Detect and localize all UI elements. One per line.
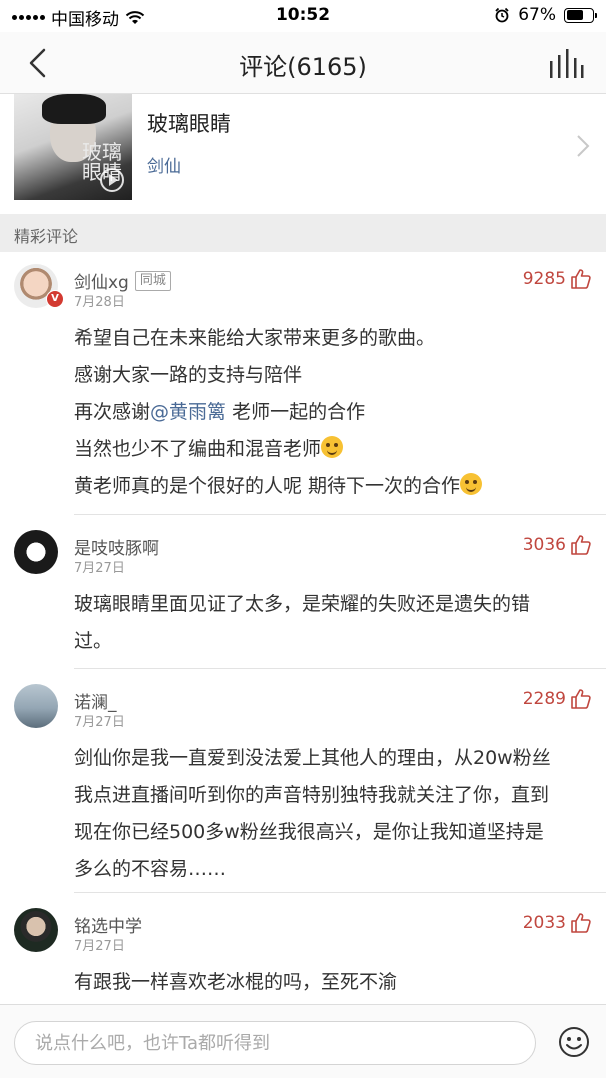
comment-line: 当然也少不了编曲和混音老师 <box>74 431 586 468</box>
mention-link[interactable]: @黄雨篱 <box>150 401 226 423</box>
alarm-icon <box>495 7 509 23</box>
comment-user[interactable]: 铭选中学 <box>74 912 142 937</box>
comment-date: 7月27日 <box>74 561 125 576</box>
chevron-right-icon[interactable] <box>576 134 590 158</box>
avatar[interactable] <box>14 684 58 728</box>
divider <box>74 668 606 669</box>
comment-line: 希望自己在未来能给大家带来更多的歌曲。 <box>74 327 436 349</box>
comment-user[interactable]: 剑仙xg 同城 <box>74 268 171 293</box>
comment-line: 多么的不容易…… <box>74 858 227 880</box>
like-button[interactable]: 2289 <box>523 688 592 710</box>
comment-line: 玻璃眼睛里面见证了太多，是荣耀的失败还是遗失的错 <box>74 593 531 615</box>
like-count: 2033 <box>522 913 566 933</box>
comment-body: 剑仙你是我一直爱到没法爱上其他人的理由，从20w粉丝 我点进直播间听到你的声音特… <box>74 740 600 888</box>
like-button[interactable]: 2033 <box>523 912 592 934</box>
comment-text: 老师一起的合作 <box>226 401 366 423</box>
comment-date: 7月27日 <box>74 939 125 954</box>
comment-line: 过。 <box>74 630 113 652</box>
divider <box>74 514 606 515</box>
comment-text: 当然也少不了编曲和混音老师 <box>74 438 322 460</box>
comment-input-bar <box>0 1004 606 1078</box>
comment-line: 黄老师真的是个很好的人呢 期待下一次的合作 <box>74 468 586 505</box>
smirk-emoji-icon <box>460 473 483 495</box>
username[interactable]: 剑仙xg <box>74 268 129 293</box>
song-title: 玻璃眼睛 <box>147 112 231 136</box>
section-header: 精彩评论 <box>0 214 606 252</box>
comment-line: 有跟我一样喜欢老冰棍的吗，至死不渝 <box>74 971 398 993</box>
battery-percent: 67% <box>518 5 556 25</box>
play-icon[interactable] <box>100 168 124 192</box>
battery-fill <box>566 10 584 20</box>
song-card[interactable]: 玻璃眼睛 玻璃眼睛 剑仙 <box>0 94 606 214</box>
comment-line: 剑仙你是我一直爱到没法爱上其他人的理由，从20w粉丝 <box>74 747 551 769</box>
comment-item: 铭选中学 7月27日 2033 有跟我一样喜欢老冰棍的吗，至死不渝 <box>0 908 606 1004</box>
comment-line: 再次感谢@黄雨篱 老师一起的合作 <box>74 394 586 431</box>
comment-item: 诺澜_ 7月27日 2289 剑仙你是我一直爱到没法爱上其他人的理由，从20w粉… <box>0 684 606 893</box>
comment-item: V 剑仙xg 同城 7月28日 9285 希望自己在未来能给大家带来更多的歌曲。… <box>0 264 606 515</box>
status-right: 67% <box>494 5 597 25</box>
song-artist[interactable]: 剑仙 <box>147 152 181 177</box>
like-count: 9285 <box>522 269 566 289</box>
status-bar: 中国移动 10:52 67% <box>0 0 606 32</box>
username[interactable]: 诺澜_ <box>74 688 117 713</box>
comment-date: 7月28日 <box>74 295 125 310</box>
album-cover[interactable]: 玻璃眼睛 <box>14 94 132 200</box>
comment-input-box[interactable] <box>14 1021 536 1065</box>
username[interactable]: 铭选中学 <box>74 912 142 937</box>
like-count: 3036 <box>522 535 566 555</box>
comment-user[interactable]: 诺澜_ <box>74 688 117 713</box>
thumbs-up-icon[interactable] <box>570 534 592 556</box>
comment-body: 玻璃眼睛里面见证了太多，是荣耀的失败还是遗失的错 过。 <box>74 586 586 660</box>
avatar[interactable] <box>14 530 58 574</box>
comment-line: 我点进直播间听到你的声音特别独特我就关注了你，直到 <box>74 784 550 806</box>
page-title: 评论(6165) <box>239 53 367 81</box>
nav-bar: 评论(6165) <box>0 32 606 94</box>
comment-date: 7月27日 <box>74 715 125 730</box>
like-button[interactable]: 3036 <box>523 534 592 556</box>
comment-text: 黄老师真的是个很好的人呢 期待下一次的合作 <box>74 475 461 497</box>
comment-body: 有跟我一样喜欢老冰棍的吗，至死不渝 <box>74 964 586 1001</box>
comment-text: 再次感谢 <box>74 401 151 423</box>
tongue-emoji-icon <box>321 436 344 458</box>
smiley-icon[interactable] <box>558 1026 590 1058</box>
thumbs-up-icon[interactable] <box>570 912 592 934</box>
avatar[interactable] <box>14 908 58 952</box>
comment-input[interactable] <box>15 1022 535 1064</box>
like-count: 2289 <box>522 689 566 709</box>
section-label: 精彩评论 <box>14 227 79 246</box>
thumbs-up-icon[interactable] <box>570 688 592 710</box>
comment-user[interactable]: 是吱吱豚啊 <box>74 534 159 559</box>
comment-line: 现在你已经500多w粉丝我很高兴，是你让我知道坚持是 <box>74 821 544 843</box>
comment-item: 是吱吱豚啊 7月27日 3036 玻璃眼睛里面见证了太多，是荣耀的失败还是遗失的… <box>0 530 606 669</box>
username[interactable]: 是吱吱豚啊 <box>74 534 159 559</box>
battery-icon <box>564 7 597 23</box>
divider <box>74 892 606 893</box>
chart-bars-icon[interactable] <box>548 47 584 79</box>
verified-badge: V <box>46 290 64 308</box>
location-tag: 同城 <box>134 270 171 291</box>
comment-line: 感谢大家一路的支持与陪伴 <box>74 364 303 386</box>
comment-body: 希望自己在未来能给大家带来更多的歌曲。 感谢大家一路的支持与陪伴 再次感谢@黄雨… <box>74 320 586 505</box>
like-button[interactable]: 9285 <box>523 268 592 290</box>
cover-hair <box>42 94 106 124</box>
thumbs-up-icon[interactable] <box>570 268 592 290</box>
